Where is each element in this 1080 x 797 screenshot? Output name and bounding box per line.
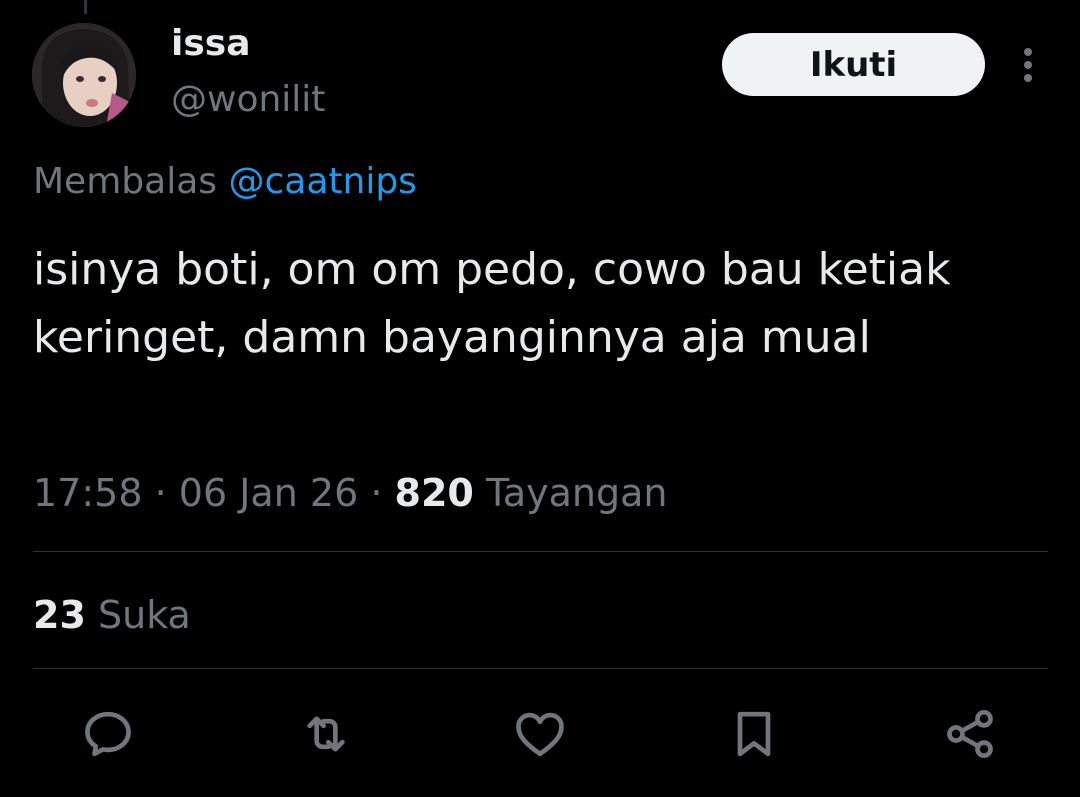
views-count: 820 [394, 471, 474, 515]
share-button[interactable] [940, 704, 1000, 764]
meta-separator: · [370, 471, 383, 515]
like-button[interactable] [510, 704, 570, 764]
retweet-icon [307, 716, 345, 752]
follow-button[interactable]: Ikuti [722, 33, 985, 96]
views-label: Tayangan [485, 471, 668, 515]
likes-label: Suka [97, 593, 191, 637]
share-icon [947, 709, 993, 759]
tweet-meta: 17:58 · 06 Jan 26 · 820 Tayangan [33, 468, 668, 518]
author-info[interactable]: issa @wonilit [171, 22, 325, 122]
reply-icon [85, 711, 131, 757]
reply-mention-link[interactable]: @caatnips [228, 161, 416, 202]
divider [33, 668, 1048, 669]
avatar[interactable] [32, 23, 136, 127]
likes-count: 23 [33, 593, 86, 637]
author-handle[interactable]: @wonilit [171, 78, 325, 122]
retweet-button[interactable] [296, 704, 356, 764]
tweet-time[interactable]: 17:58 [33, 471, 143, 515]
more-vertical-icon [1024, 48, 1032, 82]
more-options-button[interactable] [1008, 40, 1048, 90]
avatar-image [32, 23, 136, 127]
like-icon [516, 712, 564, 757]
reply-button[interactable] [78, 704, 138, 764]
bookmark-icon [737, 711, 771, 757]
author-name[interactable]: issa [171, 22, 325, 66]
bookmark-button[interactable] [724, 704, 784, 764]
likes-stat[interactable]: 23 Suka [33, 590, 191, 640]
action-bar [0, 700, 1080, 770]
tweet-date[interactable]: 06 Jan 26 [179, 471, 358, 515]
tweet-text: isinya boti, om om pedo, cowo bau ketiak… [33, 244, 951, 363]
meta-separator: · [154, 471, 167, 515]
replying-to-label: Membalas [33, 161, 218, 202]
divider [33, 551, 1048, 552]
thread-connector-line [84, 0, 87, 14]
replying-to: Membalas @caatnips [33, 158, 417, 206]
